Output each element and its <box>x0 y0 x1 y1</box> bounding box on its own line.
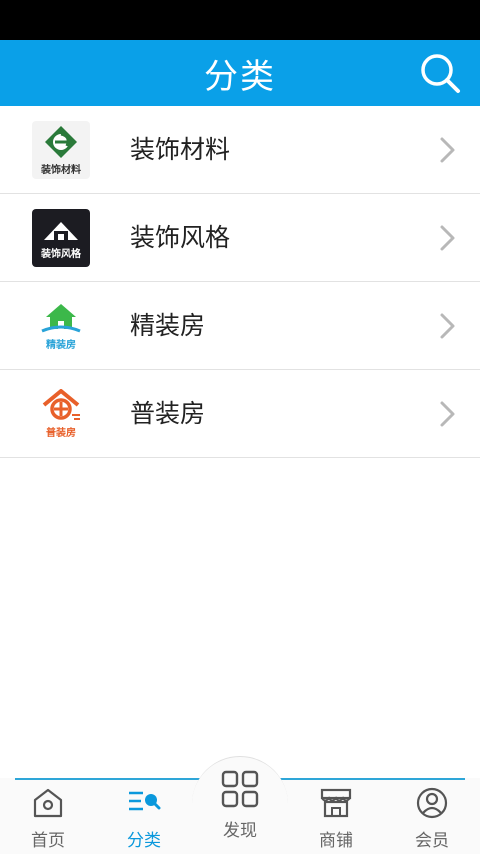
thumbnail-caption: 装饰材料 <box>41 165 81 176</box>
decor-styles-thumbnail: 装饰风格 <box>32 209 90 267</box>
list-item-fine-decor-house[interactable]: 精装房 精装房 <box>0 282 480 370</box>
tab-label: 首页 <box>31 831 65 851</box>
category-list-icon <box>129 791 161 811</box>
orange-house-icon <box>42 389 80 420</box>
category-list: 装饰材料 装饰材料 装饰风格 装饰风格 精装房 精装房 普装房 普装房 <box>0 106 480 458</box>
tab-member[interactable]: 会员 <box>384 786 480 854</box>
leaf-logo-icon <box>45 126 77 158</box>
chevron-right-icon <box>440 137 455 163</box>
list-item-label: 精装房 <box>130 311 206 340</box>
list-item-decor-materials[interactable]: 装饰材料 装饰材料 <box>0 106 480 194</box>
decor-materials-thumbnail: 装饰材料 <box>32 121 90 179</box>
list-item-standard-decor-house[interactable]: 普装房 普装房 <box>0 370 480 458</box>
tab-shops[interactable]: 商铺 <box>288 786 384 854</box>
shop-icon <box>320 788 352 818</box>
list-item-label: 普装房 <box>130 399 206 428</box>
status-bar <box>0 0 480 40</box>
fine-decor-house-thumbnail: 精装房 <box>32 297 90 355</box>
list-item-label: 装饰风格 <box>130 223 231 252</box>
green-house-icon <box>41 304 81 333</box>
header-bar: 分类 <box>0 40 480 106</box>
chevron-right-icon <box>440 225 455 251</box>
standard-decor-house-thumbnail: 普装房 <box>32 385 90 443</box>
tab-home[interactable]: 首页 <box>0 786 96 854</box>
page-title: 分类 <box>204 56 276 97</box>
home-icon <box>33 788 63 818</box>
user-icon <box>416 787 448 819</box>
tab-label: 商铺 <box>319 831 353 851</box>
chevron-right-icon <box>440 401 455 427</box>
house-logo-icon <box>44 222 78 240</box>
thumbnail-caption: 普装房 <box>46 428 76 439</box>
thumbnail-caption: 装饰风格 <box>41 249 81 260</box>
grid-icon <box>221 770 259 808</box>
tab-label: 分类 <box>127 831 161 851</box>
tab-category[interactable]: 分类 <box>96 786 192 854</box>
tab-label: 会员 <box>415 831 449 851</box>
search-icon <box>421 54 460 93</box>
thumbnail-caption: 精装房 <box>46 340 76 351</box>
tab-label: 发现 <box>223 821 257 841</box>
tab-discover[interactable]: 发现 <box>192 770 288 854</box>
list-item-label: 装饰材料 <box>130 135 231 164</box>
search-button[interactable] <box>418 51 462 95</box>
chevron-right-icon <box>440 313 455 339</box>
list-item-decor-styles[interactable]: 装饰风格 装饰风格 <box>0 194 480 282</box>
